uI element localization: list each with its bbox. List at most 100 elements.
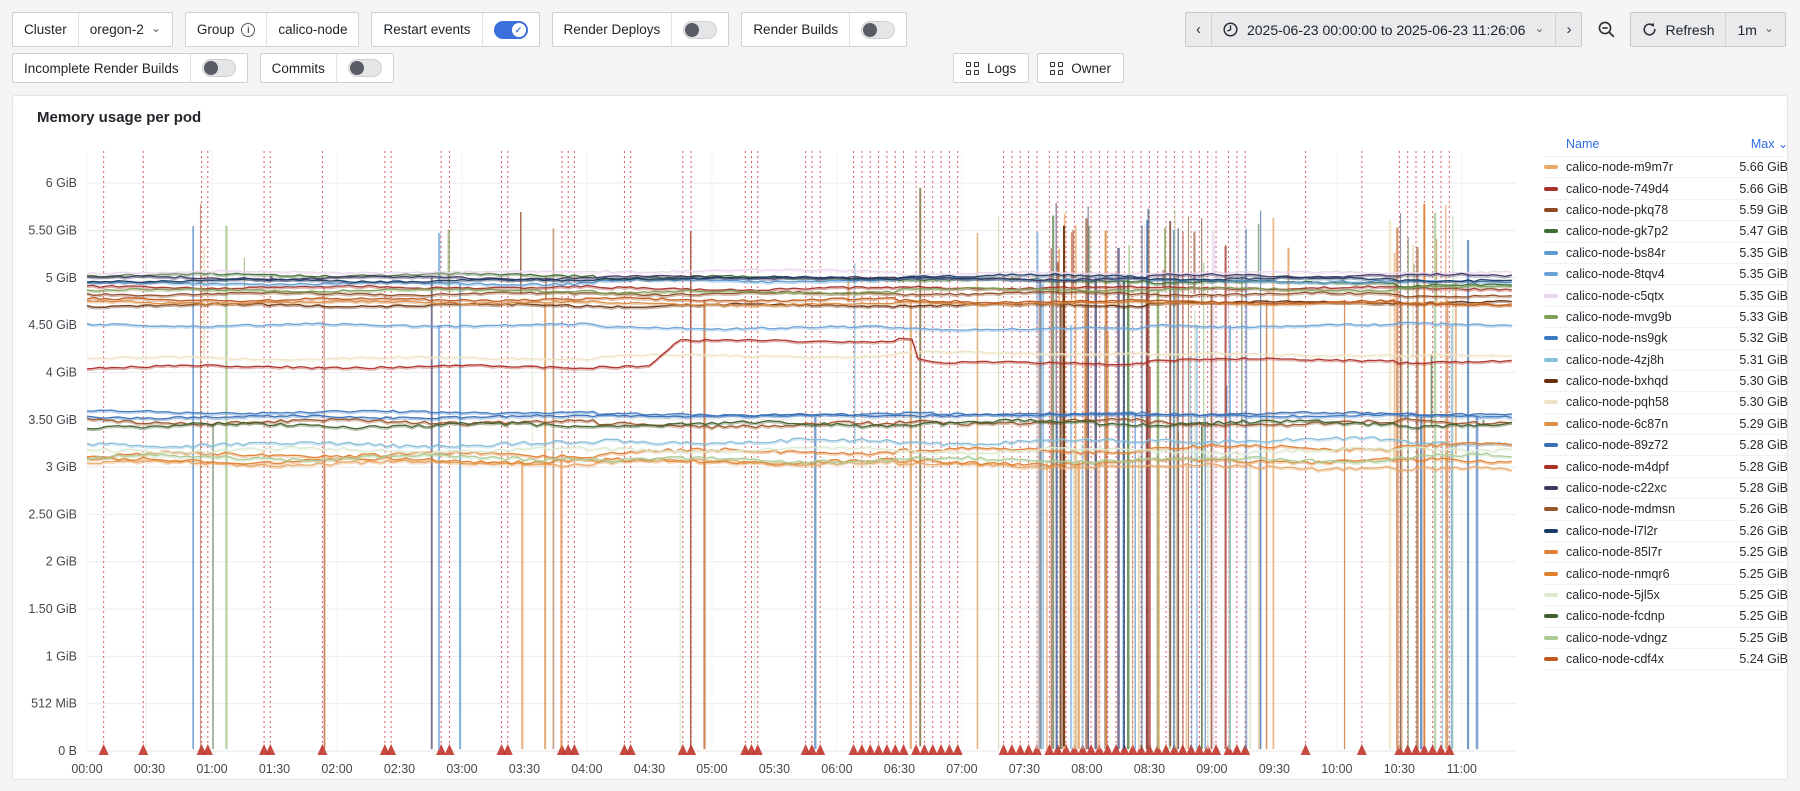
svg-text:00:30: 00:30: [134, 762, 165, 776]
svg-text:02:00: 02:00: [321, 762, 352, 776]
render-builds-toggle[interactable]: ✓: [861, 20, 896, 39]
svg-text:09:30: 09:30: [1259, 762, 1290, 776]
series-max-value: 5.30 GiB: [1739, 374, 1788, 389]
series-color-swatch: [1544, 486, 1558, 491]
series-color-swatch: [1544, 635, 1558, 640]
legend-row[interactable]: calico-node-m4dpf 5.28 GiB: [1544, 456, 1790, 478]
series-name: calico-node-8tqv4: [1566, 267, 1665, 282]
legend-row[interactable]: calico-node-c22xc 5.28 GiB: [1544, 478, 1790, 500]
legend-max-header[interactable]: Max ⌄: [1751, 137, 1788, 151]
series-max-value: 5.31 GiB: [1739, 352, 1788, 367]
series-name: calico-node-m4dpf: [1566, 459, 1669, 474]
time-range-text: 2025-06-23 00:00:00 to 2025-06-23 11:26:…: [1246, 21, 1526, 38]
svg-text:06:00: 06:00: [821, 762, 852, 776]
series-name: calico-node-89z72: [1566, 438, 1669, 453]
legend-row[interactable]: calico-node-m9m7r 5.66 GiB: [1544, 157, 1790, 179]
incomplete-render-builds-label: Incomplete Render Builds: [24, 60, 179, 76]
legend-row[interactable]: calico-node-fcdnp 5.25 GiB: [1544, 606, 1790, 628]
svg-text:10:00: 10:00: [1321, 762, 1352, 776]
legend-row[interactable]: calico-node-85l7r 5.25 GiB: [1544, 542, 1790, 564]
legend-row[interactable]: calico-node-bs84r 5.35 GiB: [1544, 243, 1790, 264]
time-shift-forward-button[interactable]: ›: [1555, 13, 1581, 46]
logs-button[interactable]: Logs: [953, 53, 1030, 83]
render-deploys-toggle[interactable]: ✓: [683, 20, 718, 39]
zoom-out-button[interactable]: [1590, 12, 1622, 47]
legend-row[interactable]: calico-node-cdf4x 5.24 GiB: [1544, 649, 1790, 671]
series-max-value: 5.24 GiB: [1739, 652, 1788, 667]
time-range-group: ‹ 2025-06-23 00:00:00 to 2025-06-23 11:2…: [1184, 12, 1583, 47]
series-color-swatch: [1544, 314, 1558, 319]
refresh-button[interactable]: Refresh: [1631, 13, 1725, 46]
chevron-down-icon: ⌄: [1534, 20, 1545, 35]
series-max-value: 5.35 GiB: [1739, 245, 1788, 260]
legend-row[interactable]: calico-node-vdngz 5.25 GiB: [1544, 628, 1790, 649]
series-max-value: 5.25 GiB: [1739, 545, 1788, 560]
toggle-knob: ✓: [863, 22, 878, 37]
svg-text:07:00: 07:00: [946, 762, 977, 776]
series-color-swatch: [1544, 614, 1558, 619]
restart-events-toggle[interactable]: ✓: [493, 20, 528, 39]
series-color-swatch: [1544, 507, 1558, 512]
incomplete-render-builds-control: Incomplete Render Builds ✓: [12, 53, 248, 83]
series-max-value: 5.35 GiB: [1739, 288, 1788, 303]
time-shift-back-button[interactable]: ‹: [1186, 13, 1211, 46]
legend-row[interactable]: calico-node-ns9gk 5.32 GiB: [1544, 328, 1790, 350]
info-icon: i: [241, 22, 256, 37]
sort-caret-icon: ⌄: [1777, 137, 1788, 151]
legend-row[interactable]: calico-node-pqh58 5.30 GiB: [1544, 392, 1790, 414]
series-max-value: 5.59 GiB: [1739, 202, 1788, 217]
owner-button[interactable]: Owner: [1037, 53, 1125, 83]
series-color-swatch: [1544, 550, 1558, 555]
legend-rows: calico-node-m9m7r 5.66 GiB calico-node-749…: [1544, 157, 1790, 671]
legend-name-header[interactable]: Name: [1566, 137, 1599, 151]
series-color-swatch: [1544, 379, 1558, 384]
legend-row[interactable]: calico-node-749d4 5.66 GiB: [1544, 178, 1790, 200]
commits-toggle[interactable]: ✓: [347, 59, 382, 77]
svg-text:4.50 GiB: 4.50 GiB: [28, 318, 77, 332]
svg-text:04:00: 04:00: [571, 762, 602, 776]
svg-text:04:30: 04:30: [634, 762, 665, 776]
legend-row[interactable]: calico-node-c5qtx 5.35 GiB: [1544, 285, 1790, 307]
legend-row[interactable]: calico-node-pkq78 5.59 GiB: [1544, 200, 1790, 222]
legend-row[interactable]: calico-node-l7l2r 5.26 GiB: [1544, 521, 1790, 543]
commits-label: Commits: [271, 60, 325, 76]
legend-row[interactable]: calico-node-5jl5x 5.25 GiB: [1544, 585, 1790, 607]
cluster-select[interactable]: oregon-2 ⌄: [77, 13, 172, 46]
time-range-picker[interactable]: 2025-06-23 00:00:00 to 2025-06-23 11:26:…: [1210, 13, 1555, 46]
incomplete-render-builds-toggle[interactable]: ✓: [201, 59, 236, 77]
legend-row[interactable]: calico-node-89z72 5.28 GiB: [1544, 435, 1790, 457]
series-name: calico-node-749d4: [1566, 181, 1669, 196]
svg-text:4 GiB: 4 GiB: [46, 365, 77, 379]
series-name: calico-node-nmqr6: [1566, 566, 1670, 581]
series-name: calico-node-c5qtx: [1566, 288, 1664, 303]
legend-row[interactable]: calico-node-4zj8h 5.31 GiB: [1544, 350, 1790, 371]
series-color-swatch: [1544, 464, 1558, 469]
series-color-swatch: [1544, 657, 1558, 662]
svg-text:512 MiB: 512 MiB: [31, 697, 77, 711]
series-color-swatch: [1544, 421, 1558, 426]
render-deploys-control: Render Deploys ✓: [551, 12, 730, 47]
chevron-down-icon: ⌄: [1763, 20, 1774, 35]
legend-row[interactable]: calico-node-nmqr6 5.25 GiB: [1544, 563, 1790, 585]
series-color-swatch: [1544, 293, 1558, 298]
series-name: calico-node-mdmsn: [1566, 502, 1676, 517]
restart-events-label: Restart events: [383, 22, 471, 37]
render-builds-label: Render Builds: [753, 22, 839, 37]
refresh-interval-select[interactable]: 1m ⌄: [1725, 13, 1785, 46]
series-max-value: 5.25 GiB: [1739, 566, 1788, 581]
legend-row[interactable]: calico-node-8tqv4 5.35 GiB: [1544, 264, 1790, 286]
commits-control: Commits ✓: [259, 53, 394, 83]
svg-text:5 GiB: 5 GiB: [46, 271, 77, 285]
legend-row[interactable]: calico-node-mvg9b 5.33 GiB: [1544, 307, 1790, 329]
legend-row[interactable]: calico-node-6c87n 5.29 GiB: [1544, 414, 1790, 436]
group-input[interactable]: calico-node: [266, 13, 358, 46]
svg-text:3 GiB: 3 GiB: [46, 460, 77, 474]
series-name: calico-node-pqh58: [1566, 395, 1669, 410]
memory-usage-chart[interactable]: 0 B 512 MiB 1 GiB 1.50 GiB 2 GiB 2.50 GiB 3 Gi…: [13, 96, 1787, 779]
legend-row[interactable]: calico-node-bxhqd 5.30 GiB: [1544, 371, 1790, 393]
svg-text:1.50 GiB: 1.50 GiB: [28, 602, 77, 616]
legend-row[interactable]: calico-node-mdmsn 5.26 GiB: [1544, 499, 1790, 521]
legend-row[interactable]: calico-node-gk7p2 5.47 GiB: [1544, 221, 1790, 243]
series-name: calico-node-pkq78: [1566, 202, 1669, 217]
logs-button-label: Logs: [987, 60, 1017, 76]
